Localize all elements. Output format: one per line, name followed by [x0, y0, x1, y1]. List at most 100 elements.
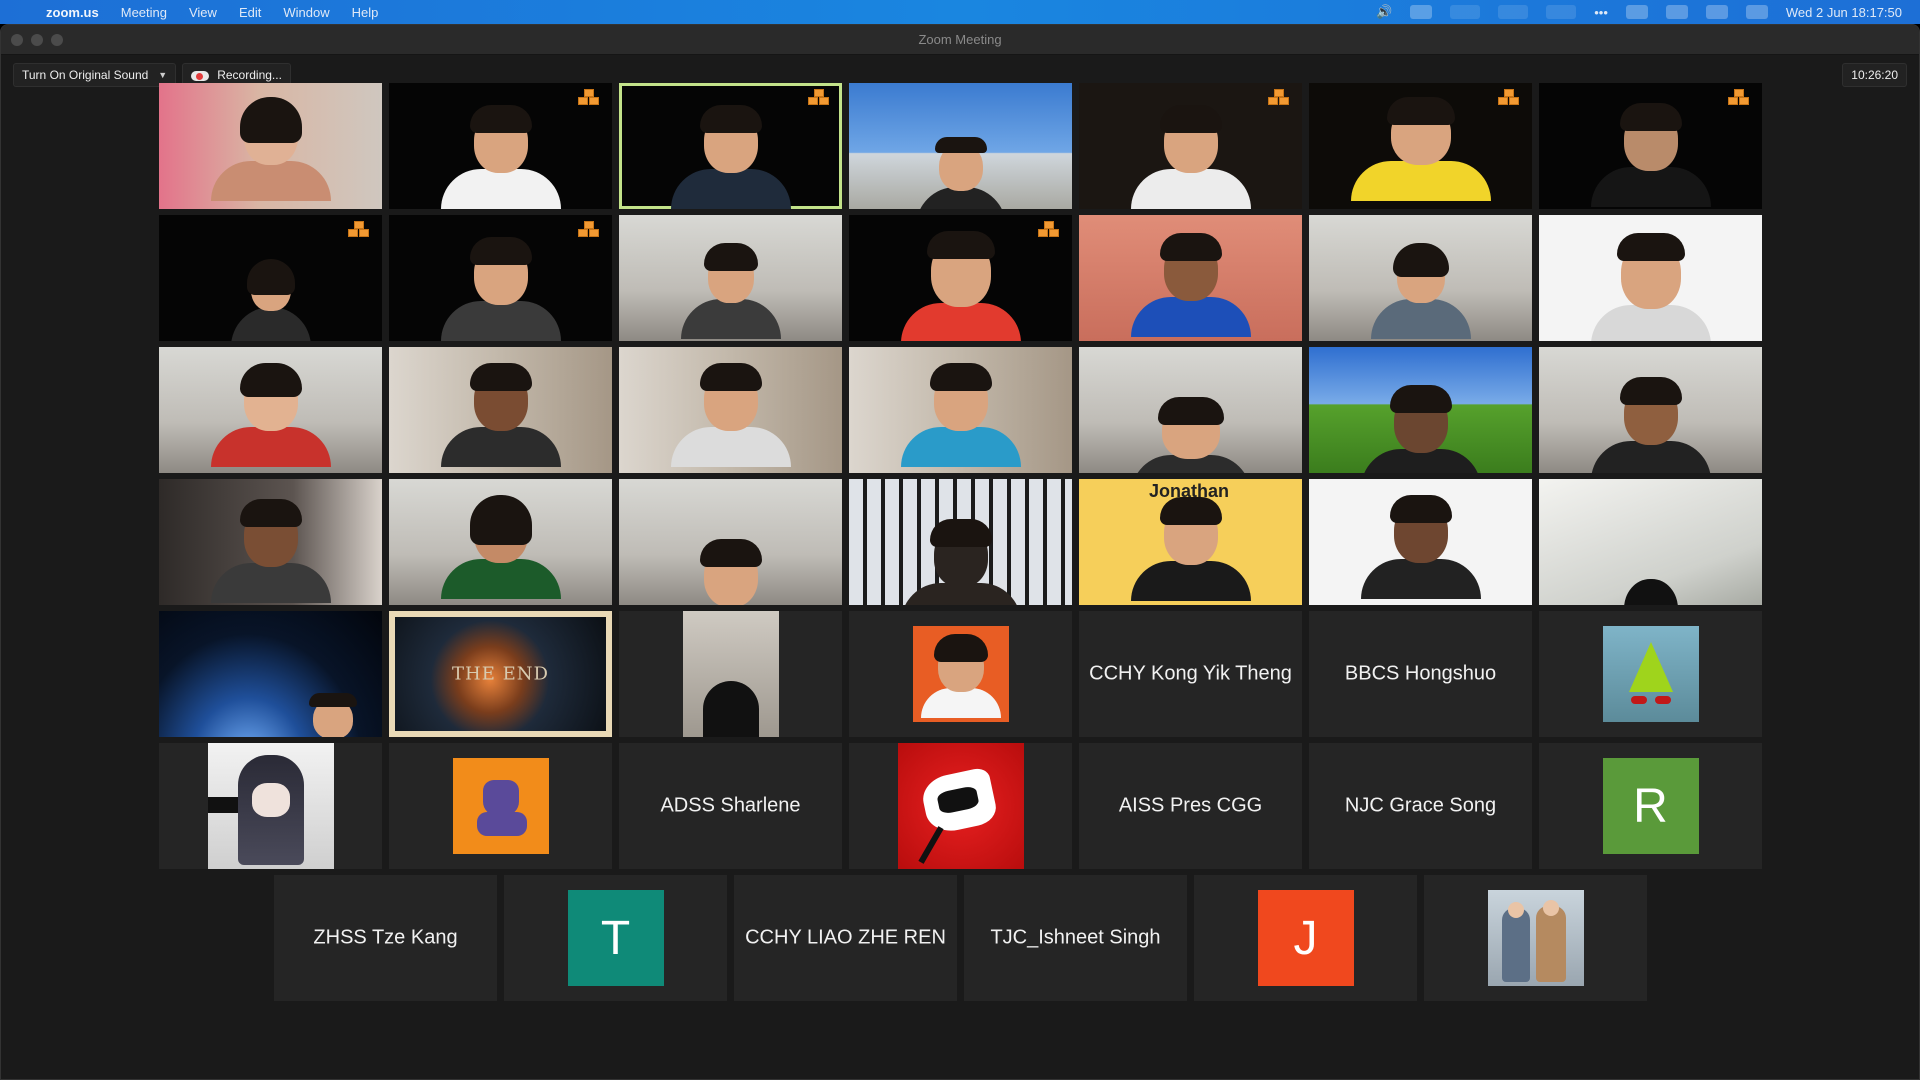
video-tile[interactable] [849, 347, 1072, 473]
video-tile[interactable] [389, 215, 612, 341]
participant-video [440, 237, 561, 341]
menubar-clock[interactable]: Wed 2 Jun 18:17:50 [1786, 5, 1902, 20]
participant-video [670, 105, 791, 209]
video-tile[interactable] [159, 743, 382, 869]
video-tile[interactable] [1539, 83, 1762, 209]
menu-view[interactable]: View [189, 5, 217, 20]
video-tile[interactable] [1079, 83, 1302, 209]
volume-icon[interactable]: 🔊 [1376, 4, 1392, 20]
video-tile[interactable] [1309, 215, 1532, 341]
minimize-window-button[interactable] [31, 33, 43, 46]
chevron-down-icon[interactable]: ▼ [158, 70, 167, 80]
participant-video [1590, 103, 1711, 207]
participant-avatar [452, 758, 549, 854]
participant-video [440, 363, 561, 467]
audio-meter-icon[interactable] [1410, 5, 1433, 19]
participant-video [1590, 377, 1711, 473]
video-tile[interactable] [619, 479, 842, 605]
menu-app-zoom[interactable]: zoom.us [46, 5, 99, 20]
participant-name: TJC_Ishneet Singh [990, 926, 1161, 949]
status-item-icon[interactable] [1450, 5, 1481, 19]
participant-video [1350, 97, 1491, 201]
event-logo-icon [346, 221, 372, 243]
video-tile[interactable] [389, 479, 612, 605]
participant-video [210, 499, 331, 603]
video-tile[interactable] [1309, 347, 1532, 473]
original-sound-button[interactable]: Turn On Original Sound ▼ [13, 63, 177, 87]
event-logo-icon [576, 221, 602, 243]
participant-video [1130, 497, 1251, 601]
letter-avatar: J [1257, 890, 1354, 986]
video-tile[interactable] [159, 347, 382, 473]
letter-avatar: T [567, 890, 664, 986]
video-tile[interactable]: THE END [389, 611, 612, 737]
close-window-button[interactable] [11, 33, 23, 46]
participant-name: CCHY LIAO ZHE REN [745, 926, 946, 949]
video-tile[interactable] [389, 347, 612, 473]
video-tile[interactable]: R [1539, 743, 1762, 869]
video-tile[interactable] [1539, 479, 1762, 605]
menu-window[interactable]: Window [283, 5, 329, 20]
participant-video [1130, 397, 1251, 473]
video-tile[interactable]: NJC Grace Song [1309, 743, 1532, 869]
participant-video [440, 105, 561, 209]
video-tile[interactable] [159, 83, 382, 209]
status-item-icon[interactable] [1546, 5, 1577, 19]
video-tile[interactable] [849, 83, 1072, 209]
more-icon[interactable]: ••• [1594, 5, 1608, 20]
participant-video [210, 97, 331, 201]
video-tile[interactable]: CCHY Kong Yik Theng [1079, 611, 1302, 737]
video-tile[interactable]: T [504, 875, 727, 1001]
video-tile[interactable] [1539, 611, 1762, 737]
participant-video [683, 611, 779, 737]
status-item-icon[interactable] [1498, 5, 1529, 19]
video-tile[interactable]: J [1194, 875, 1417, 1001]
event-logo-icon [1496, 89, 1522, 111]
video-tile[interactable] [619, 611, 842, 737]
video-tile[interactable] [849, 215, 1072, 341]
video-tile[interactable] [1079, 347, 1302, 473]
video-tile[interactable]: ADSS Sharlene [619, 743, 842, 869]
video-tile[interactable] [619, 215, 842, 341]
video-tile[interactable] [1539, 215, 1762, 341]
cloud-recording-icon [191, 69, 210, 81]
video-tile[interactable] [1424, 875, 1647, 1001]
participant-video [210, 363, 331, 467]
participant-video [699, 539, 762, 605]
zoom-window-button[interactable] [51, 33, 63, 46]
participant-name: ADSS Sharlene [660, 794, 801, 817]
video-tile[interactable] [389, 83, 612, 209]
video-tile[interactable] [1079, 215, 1302, 341]
window-icon[interactable] [1705, 5, 1728, 19]
menu-meeting[interactable]: Meeting [121, 5, 167, 20]
screen-icon[interactable] [1665, 5, 1688, 19]
recording-label: Recording... [217, 68, 282, 82]
video-tile[interactable] [1309, 83, 1532, 209]
video-tile[interactable] [619, 347, 842, 473]
video-tile[interactable]: BBCS Hongshuo [1309, 611, 1532, 737]
menu-edit[interactable]: Edit [239, 5, 261, 20]
video-tile[interactable]: AISS Pres CGG [1079, 743, 1302, 869]
video-tile[interactable] [389, 743, 612, 869]
video-tile[interactable]: CCHY LIAO ZHE REN [734, 875, 957, 1001]
the-end-text: THE END [452, 663, 549, 685]
video-tile[interactable] [159, 479, 382, 605]
video-tile[interactable] [849, 743, 1072, 869]
video-tile[interactable] [849, 479, 1072, 605]
video-tile[interactable] [159, 611, 382, 737]
video-tile[interactable]: Jonathan [1079, 479, 1302, 605]
video-tile[interactable]: ZHSS Tze Kang [274, 875, 497, 1001]
video-tile[interactable] [849, 611, 1072, 737]
video-tile[interactable] [1539, 347, 1762, 473]
active-speaker-tile[interactable] [619, 83, 842, 209]
menu-help[interactable]: Help [352, 5, 379, 20]
control-center-icon[interactable] [1745, 5, 1768, 19]
participant-video [440, 495, 561, 599]
participant-avatar [898, 743, 1024, 869]
video-tile[interactable] [1309, 479, 1532, 605]
video-tile[interactable]: TJC_Ishneet Singh [964, 875, 1187, 1001]
video-tile[interactable] [159, 215, 382, 341]
participant-video [900, 363, 1021, 467]
battery-icon[interactable] [1625, 5, 1648, 19]
window-titlebar: Zoom Meeting [1, 25, 1919, 55]
